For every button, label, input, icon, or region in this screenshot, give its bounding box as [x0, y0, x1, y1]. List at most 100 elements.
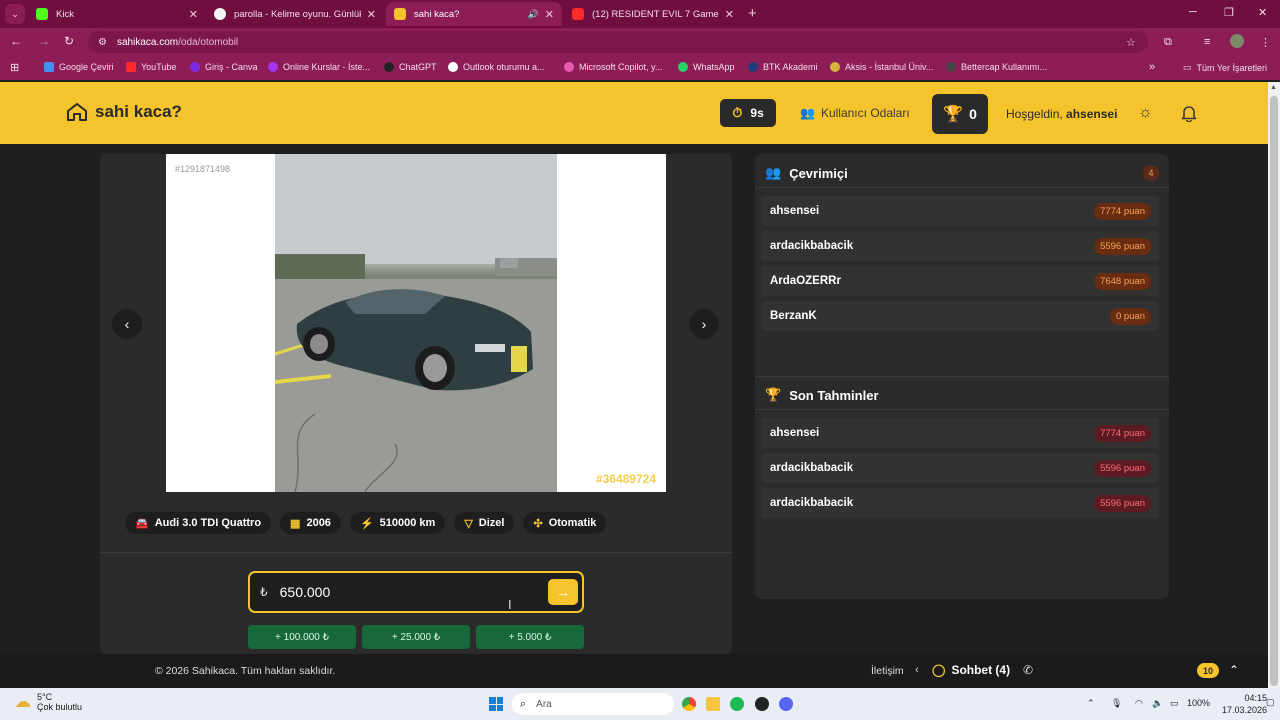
volume-icon[interactable]: 🔈: [1152, 698, 1163, 709]
spotify-icon[interactable]: [730, 697, 744, 711]
previous-image-button[interactable]: ‹: [112, 309, 142, 339]
weather-widget[interactable]: ☁ 5°C Çok bulutlu: [14, 692, 82, 712]
bookmark-item[interactable]: ChatGPT: [384, 62, 437, 72]
notification-count-badge[interactable]: 10: [1197, 663, 1219, 678]
spec-mileage: ⚡ 510000 km: [349, 512, 446, 534]
arrow-right-icon: →: [556, 584, 570, 600]
tab-close-icon[interactable]: ✕: [725, 8, 734, 21]
steam-icon[interactable]: [755, 697, 769, 711]
bookmark-item[interactable]: Microsoft Copilot, y...: [564, 62, 662, 72]
microphone-icon[interactable]: 🎙: [1111, 698, 1122, 709]
back-icon[interactable]: ←: [10, 34, 22, 48]
battery-icon[interactable]: ▭: [1170, 698, 1179, 709]
minimize-icon[interactable]: ─: [1189, 6, 1197, 18]
user-rooms-link[interactable]: 👥 Kullanıcı Odaları: [800, 106, 910, 120]
divider: [755, 187, 1169, 188]
bookmark-item[interactable]: Outlook oturumu a...: [448, 62, 545, 72]
bookmark-item[interactable]: WhatsApp: [678, 62, 735, 72]
profile-avatar[interactable]: [1230, 34, 1244, 48]
browser-tab-parolla[interactable]: parolla - Kelime oyunu. Günlük ✕: [206, 2, 384, 26]
taskbar-clock[interactable]: 04:15 17.03.2026: [1222, 692, 1267, 716]
car-image: #1291871498 #36489724: [166, 154, 666, 492]
browser-menu-icon[interactable]: ⋮: [1260, 36, 1271, 49]
bell-icon[interactable]: [1181, 104, 1197, 122]
all-bookmarks-folder[interactable]: ▭ Tüm Yer İşaretleri: [1183, 62, 1267, 73]
bookmark-item[interactable]: Giriş - Canva: [190, 62, 258, 72]
bookmark-star-icon[interactable]: ☆: [1126, 36, 1136, 49]
browser-tab-sahikaca[interactable]: sahi kaca? 🔊 ✕: [386, 2, 562, 26]
google-translate-icon: [44, 62, 54, 72]
next-image-button[interactable]: ›: [689, 309, 719, 339]
notification-center-icon[interactable]: ▢: [1266, 697, 1275, 708]
price-input[interactable]: [279, 584, 510, 600]
search-icon: ⌕: [520, 697, 527, 710]
udemy-icon: [268, 62, 278, 72]
tab-title: (12) RESIDENT EVIL 7 Gameplay: [592, 8, 719, 20]
phone-icon[interactable]: ✆: [1023, 663, 1033, 677]
bookmark-item[interactable]: BTK Akademi: [748, 62, 818, 72]
chat-bubble-icon: ◯: [932, 663, 946, 677]
new-tab-button[interactable]: +: [748, 5, 757, 22]
media-control-icon[interactable]: ≡: [1204, 36, 1210, 48]
divider: [100, 552, 732, 553]
chevron-right-icon: ›: [701, 316, 707, 332]
bookmarks-bar: ⊞ Google Çeviri YouTube Giriş - Canva On…: [0, 56, 1280, 80]
url-domain: sahikaca.com: [116, 36, 179, 48]
chevron-up-icon[interactable]: ⌃: [1229, 663, 1239, 677]
divider: [755, 409, 1169, 410]
tab-close-icon[interactable]: ✕: [367, 8, 376, 21]
aksis-icon: [830, 62, 840, 72]
points-badge: 5596 puan: [1094, 237, 1151, 255]
rooms-label: Kullanıcı Odaları: [820, 106, 910, 120]
tab-search-button[interactable]: ⌄: [5, 4, 25, 24]
windows-start-icon[interactable]: [489, 697, 503, 711]
battery-percent: 100%: [1187, 698, 1211, 708]
bookmark-item[interactable]: Aksis - İstanbul Üniv...: [830, 62, 933, 72]
recent-guess-row: ahsensei 7774 puan: [761, 418, 1159, 448]
add-100000-button[interactable]: + 100.000 ₺: [248, 625, 356, 649]
bookmark-item[interactable]: Bettercap Kullanımı...: [946, 62, 1047, 72]
restore-icon[interactable]: ❐: [1224, 6, 1234, 19]
reload-icon[interactable]: ↻: [64, 34, 74, 48]
discord-icon[interactable]: [779, 697, 793, 711]
more-bookmarks-icon[interactable]: »: [1149, 61, 1155, 73]
apps-grid-icon[interactable]: ⊞: [10, 61, 19, 74]
chrome-icon[interactable]: [682, 697, 696, 711]
contact-link[interactable]: İletişim: [871, 665, 904, 677]
chevron-left-icon[interactable]: ‹: [915, 664, 919, 676]
site-logo[interactable]: sahi kaca?: [66, 102, 182, 122]
browser-tab-kick[interactable]: Kick ✕: [28, 2, 206, 26]
close-window-icon[interactable]: ✕: [1258, 6, 1267, 19]
site-info-icon[interactable]: ⚙: [98, 37, 107, 48]
bookmark-item[interactable]: Google Çeviri: [44, 62, 114, 72]
url-path: /oda/otomobil: [178, 36, 239, 48]
omnibox[interactable]: ⚙ sahikaca.com/oda/otomobil: [88, 31, 1148, 53]
wifi-icon[interactable]: ◠: [1135, 698, 1143, 709]
file-explorer-icon[interactable]: [706, 697, 720, 711]
theme-toggle-sun-icon[interactable]: ☼: [1138, 104, 1153, 122]
extensions-icon[interactable]: ⧉: [1164, 36, 1172, 49]
price-guess-field[interactable]: ₺ →: [248, 571, 584, 613]
bookmark-item[interactable]: Online Kurslar - İste...: [268, 62, 370, 72]
tray-overflow-icon[interactable]: ⌃: [1087, 698, 1095, 709]
browser-tab-youtube[interactable]: (12) RESIDENT EVIL 7 Gameplay ✕: [564, 2, 742, 26]
car-specs: 🚘 Audi 3.0 TDI Quattro ▦ 2006 ⚡ 510000 km ▽…: [125, 512, 615, 534]
speaker-icon[interactable]: 🔊: [528, 9, 539, 20]
scroll-up-icon[interactable]: ▲: [1270, 84, 1277, 91]
globe-icon: [448, 62, 458, 72]
tab-close-icon[interactable]: ✕: [189, 8, 198, 21]
scrollbar-thumb[interactable]: [1270, 96, 1278, 686]
add-25000-button[interactable]: + 25.000 ₺: [362, 625, 470, 649]
chat-button[interactable]: ◯ Sohbet (4): [932, 663, 1010, 677]
tab-close-icon[interactable]: ✕: [545, 8, 554, 21]
bookmark-item[interactable]: YouTube: [126, 62, 176, 72]
taskbar-search[interactable]: ⌕ Ara: [512, 693, 674, 715]
page-scrollbar[interactable]: ▲: [1268, 82, 1280, 688]
image-watermark: #36489724: [595, 472, 656, 486]
forward-icon[interactable]: →: [38, 34, 50, 48]
welcome-text[interactable]: Hoşgeldin, ahsensei: [1006, 107, 1117, 121]
submit-guess-button[interactable]: →: [548, 579, 578, 605]
add-5000-button[interactable]: + 5.000 ₺: [476, 625, 584, 649]
logo-text: sahi kaca?: [95, 102, 182, 121]
ad-id: #1291871498: [175, 164, 231, 174]
